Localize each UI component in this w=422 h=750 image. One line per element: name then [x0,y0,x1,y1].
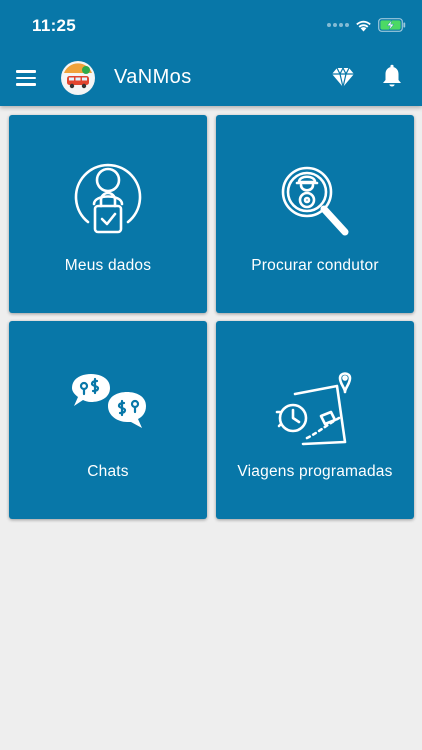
user-lock-icon [74,163,142,234]
card-procurar-condutor[interactable]: Procurar condutor [216,115,414,313]
wifi-icon [356,20,371,31]
card-label: Procurar condutor [251,257,379,274]
menu-button[interactable] [16,65,42,91]
diamond-icon [332,67,354,88]
card-viagens-programadas[interactable]: Viagens programadas [216,321,414,519]
status-time: 11:25 [32,16,77,35]
bell-icon [383,64,401,87]
card-chats[interactable]: Chats [9,321,207,519]
card-label: Meus dados [64,257,152,274]
notifications-button[interactable] [380,64,404,90]
scheduled-trips-icon [275,372,352,446]
cellular-signal-icon [327,23,349,27]
battery-charging-icon [378,18,406,32]
card-label: Viagens programadas [237,463,393,480]
status-icons [327,16,406,34]
app-title: VaNMos [114,66,192,88]
chat-bubbles-icon [72,374,146,428]
card-label: Chats [87,463,129,480]
app-logo [61,61,95,95]
premium-button[interactable] [330,64,356,90]
driver-search-icon [281,166,349,236]
hamburger-menu-icon [16,70,36,73]
card-meus-dados[interactable]: Meus dados [9,115,207,313]
van-logo-icon [62,62,94,94]
top-bar: 11:25 VaNMos [0,0,422,106]
